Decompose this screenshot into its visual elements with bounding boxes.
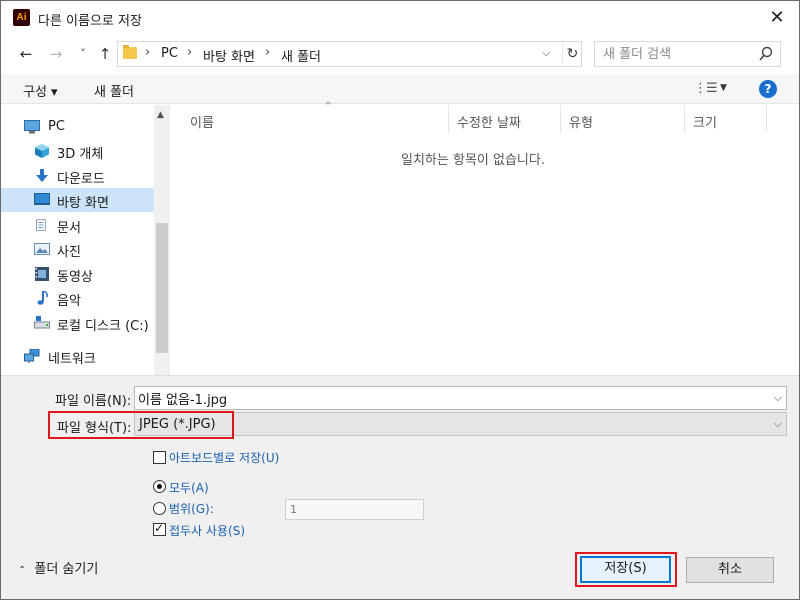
close-button[interactable]: ✕ [764, 4, 790, 32]
download-icon [36, 169, 48, 182]
breadcrumb-separator-icon: › [265, 45, 271, 60]
nav-item-downloads[interactable]: 다운로드 [1, 164, 154, 188]
empty-folder-message: 일치하는 항목이 없습니다. [401, 153, 545, 168]
forward-icon[interactable]: → [46, 44, 66, 64]
title-bar: Ai 다른 이름으로 저장 ✕ [1, 1, 799, 37]
documents-icon [36, 219, 46, 231]
file-list: ^ 이름 수정한 날짜 유형 크기 일치하는 항목이 없습니다. [170, 101, 799, 375]
hide-folders-label: 폴더 숨기기 [34, 562, 99, 577]
filename-input[interactable] [138, 387, 738, 409]
nav-item-label: 네트워크 [48, 352, 96, 367]
pictures-icon [34, 243, 50, 255]
desktop-icon [34, 193, 50, 205]
nav-item-label: 문서 [57, 221, 81, 236]
nav-item-pc[interactable]: PC [1, 115, 154, 139]
column-header-date-modified[interactable]: 수정한 날짜 [449, 105, 561, 133]
column-header-size[interactable]: 크기 [685, 105, 767, 133]
address-dropdown-icon[interactable]: ⌵ [542, 46, 550, 60]
save-highlight-box [575, 552, 677, 587]
nav-item-music[interactable]: 음악 [1, 286, 154, 310]
filename-field[interactable]: ⌵ [134, 386, 787, 410]
nav-item-documents[interactable]: 문서 [1, 213, 154, 237]
chevron-up-icon: ⌃ [18, 565, 27, 576]
nav-item-videos[interactable]: 동영상 [1, 262, 154, 286]
window-title: 다른 이름으로 저장 [38, 14, 142, 29]
view-dropdown-icon[interactable]: ▼ [720, 83, 727, 93]
help-icon[interactable]: ? [759, 80, 777, 98]
nav-pane-scrollbar[interactable]: ▲ [154, 105, 170, 375]
column-header-type[interactable]: 유형 [561, 105, 685, 133]
chevron-down-icon[interactable]: ⌵ [774, 417, 782, 431]
illustrator-app-icon: Ai [13, 9, 30, 26]
prefix-checkbox[interactable] [153, 521, 166, 536]
hide-folders-toggle[interactable]: ⌃ 폴더 숨기기 [18, 558, 98, 577]
nav-item-network[interactable]: 네트워크 [1, 344, 154, 368]
nav-item-label: 3D 개체 [57, 147, 104, 162]
search-input[interactable] [603, 43, 753, 65]
music-icon [37, 291, 48, 305]
nav-item-label: 다운로드 [57, 172, 105, 187]
scroll-up-icon[interactable]: ▲ [157, 110, 164, 120]
address-bar[interactable]: › PC › 바탕 화면 › 새 폴더 ⌵ ↻ [117, 41, 582, 67]
scrollbar-thumb[interactable] [156, 223, 168, 353]
breadcrumb-new-folder[interactable]: 새 폴더 [281, 46, 321, 65]
column-header-label: 이름 [190, 116, 214, 131]
chevron-down-icon[interactable]: ⌵ [774, 391, 782, 405]
new-folder-button[interactable]: 새 폴더 [94, 81, 134, 100]
nav-item-label: PC [48, 119, 65, 134]
nav-item-label: 로컬 디스크 (C:) [57, 319, 149, 334]
cancel-button[interactable]: 취소 [686, 557, 774, 583]
search-icon[interactable] [758, 45, 774, 63]
folder-icon [123, 45, 137, 59]
artboards-option-label[interactable]: 아트보드별로 저장(U) [169, 449, 279, 466]
range-radio[interactable] [153, 502, 166, 515]
column-header-name[interactable]: ^ 이름 [182, 101, 449, 133]
column-header-label: 수정한 날짜 [457, 116, 521, 131]
nav-item-pictures[interactable]: 사진 [1, 237, 154, 261]
back-icon[interactable]: ← [16, 44, 36, 64]
all-radio[interactable] [153, 480, 166, 493]
column-header-label: 유형 [569, 116, 593, 131]
breadcrumb-separator-icon: › [187, 45, 193, 60]
column-header-label: 크기 [693, 116, 717, 131]
up-icon[interactable]: ↑ [95, 44, 115, 64]
breadcrumb-separator-icon: › [145, 45, 151, 60]
videos-icon [35, 267, 49, 281]
refresh-icon[interactable]: ↻ [562, 43, 582, 65]
range-option-label[interactable]: 범위(G): [169, 500, 214, 517]
command-toolbar: 구성 ▾ 새 폴더 ⋮☰ ▼ ? [1, 74, 799, 104]
navigation-pane: PC 3D 개체 다운로드 바탕 화면 문서 사진 동영상 음악 로컬 디스크 … [1, 105, 154, 375]
nav-item-label: 바탕 화면 [57, 196, 109, 211]
range-input[interactable]: 1 [285, 499, 424, 520]
breadcrumb-desktop[interactable]: 바탕 화면 [203, 46, 255, 65]
nav-item-label: 음악 [57, 294, 81, 309]
search-box[interactable] [594, 41, 781, 67]
artboards-checkbox[interactable] [153, 451, 166, 464]
nav-item-3d-objects[interactable]: 3D 개체 [1, 139, 154, 163]
nav-item-label: 동영상 [57, 270, 93, 285]
recent-locations-chevron-icon[interactable]: ˅ [73, 44, 93, 64]
3d-objects-icon [35, 144, 49, 158]
filetype-highlight-box [48, 411, 234, 439]
local-disk-icon [34, 316, 50, 329]
network-icon [24, 349, 40, 363]
breadcrumb-pc[interactable]: PC [161, 46, 178, 61]
nav-item-local-disk[interactable]: 로컬 디스크 (C:) [1, 311, 154, 335]
nav-item-label: 사진 [57, 245, 81, 260]
organize-button[interactable]: 구성 ▾ [23, 81, 58, 100]
sort-ascending-icon: ^ [324, 101, 333, 112]
nav-item-desktop[interactable]: 바탕 화면 [1, 188, 154, 212]
all-option-label[interactable]: 모두(A) [169, 479, 209, 496]
prefix-option-label[interactable]: 접두사 사용(S) [169, 522, 245, 539]
save-options-panel: 파일 이름(N): ⌵ 파일 형식(T): JPEG (*.JPG) ⌵ 아트보… [1, 375, 799, 599]
filename-label: 파일 이름(N): [55, 394, 132, 409]
view-options-icon[interactable]: ⋮☰ [694, 81, 718, 96]
pc-icon [24, 120, 40, 134]
